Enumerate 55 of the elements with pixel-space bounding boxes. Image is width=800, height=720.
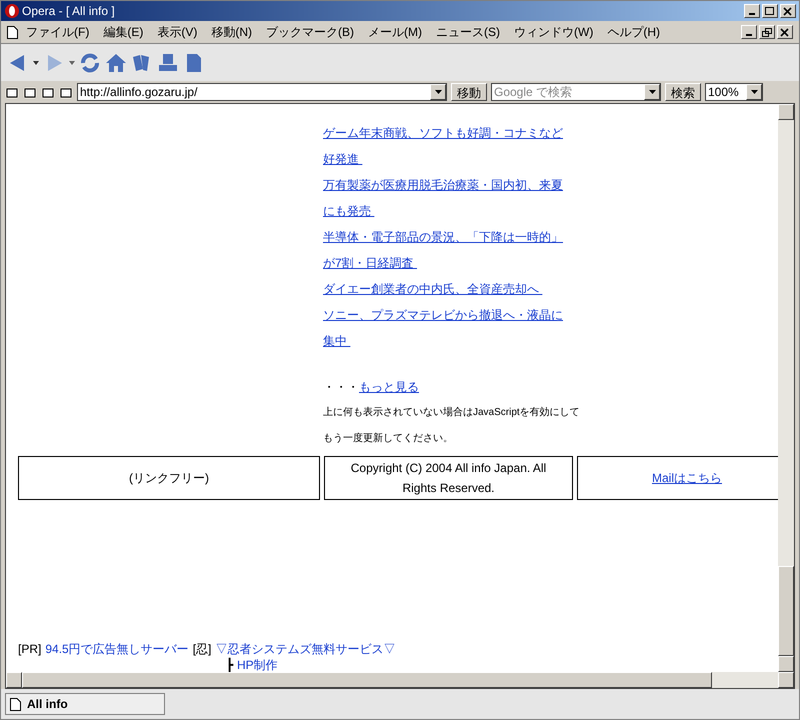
menu-item[interactable]: ブックマーク(B) (260, 23, 360, 41)
max-icon (765, 6, 775, 16)
mail-link[interactable]: Mailはこちら (652, 468, 722, 488)
headline-link[interactable]: ゲーム年末商戦、ソフトも好調・コナミなど好発進 (323, 120, 573, 172)
notice-text: もう一度更新してください。 (323, 432, 453, 446)
caret-icon[interactable] (69, 60, 75, 64)
headline-link[interactable]: 万有製薬が医療用脱毛治療薬・国内初、来夏にも発売 (323, 172, 573, 224)
menu-item[interactable]: メール(M) (362, 23, 428, 41)
close-button[interactable] (780, 4, 796, 18)
reload-icon[interactable] (79, 52, 101, 74)
address-input[interactable]: http://allinfo.gozaru.jp/ (78, 84, 430, 100)
close-button[interactable] (777, 25, 793, 39)
ad-link[interactable]: HP制作 (237, 658, 278, 672)
minimize-button[interactable] (744, 4, 760, 18)
more-prefix: ・・・ (323, 379, 359, 396)
headline-link[interactable]: ソニー、プラズマテレビから撤退へ・液晶に集中 (323, 302, 573, 354)
headline-link[interactable]: ダイエー創業者の中内氏、全資産売却へ (323, 276, 573, 302)
ad-tag: [忍] (192, 640, 212, 658)
caret-icon (434, 90, 442, 94)
menu-item[interactable]: 表示(V) (151, 23, 204, 41)
page-tab[interactable]: All info (5, 693, 165, 715)
ad-link[interactable]: ▽忍者システムズ無料サービス▽ (215, 640, 396, 658)
footer-text: (リンクフリー) (129, 470, 209, 487)
restore-button[interactable] (759, 25, 775, 39)
search-button[interactable]: 検索 (665, 83, 701, 101)
address-field[interactable]: http://allinfo.gozaru.jp/ (77, 83, 447, 101)
menu-item[interactable]: 編集(E) (97, 23, 150, 41)
headline-link[interactable]: 半導体・電子部品の景況、「下降は一時的」が7割・日経調査 (323, 224, 573, 276)
minimize-button[interactable] (741, 25, 757, 39)
go-button[interactable]: 移動 (451, 83, 487, 101)
more-link[interactable]: もっと見る (359, 374, 419, 400)
search-input[interactable]: Google で検索 (492, 84, 644, 100)
tree-mark: ┣ (226, 658, 233, 672)
footer-text: Copyright (C) 2004 All info Japan. All Rights Reserved. (350, 460, 548, 497)
menu-item[interactable]: ウィンドウ(W) (508, 23, 600, 41)
home-icon[interactable] (105, 52, 127, 74)
menu-item[interactable]: ファイル(F) (20, 23, 96, 41)
maximize-button[interactable] (762, 4, 778, 18)
close-icon (783, 6, 793, 16)
ad-link[interactable]: 94.5円で広告無しサーバー (45, 640, 189, 658)
menu-item[interactable]: ヘルプ(H) (601, 23, 666, 41)
document-icon (7, 26, 18, 38)
dropdown-button[interactable] (644, 84, 660, 100)
ad-tag: [PR] (18, 640, 42, 658)
app-icon (4, 3, 20, 19)
caret-icon (648, 90, 656, 94)
window-title: Opera - [ All info ] (22, 3, 115, 20)
close-icon (780, 28, 790, 36)
notice-text: 上に何も表示されていない場合はJavaScriptを有効にして (323, 406, 580, 420)
menu-item[interactable]: ニュース(S) (430, 23, 506, 41)
restore-icon (762, 28, 772, 36)
menu-item[interactable]: 移動(N) (205, 23, 258, 41)
search-field[interactable]: Google で検索 (491, 83, 661, 101)
dropdown-button[interactable] (430, 84, 446, 100)
caret-icon[interactable] (33, 60, 39, 64)
